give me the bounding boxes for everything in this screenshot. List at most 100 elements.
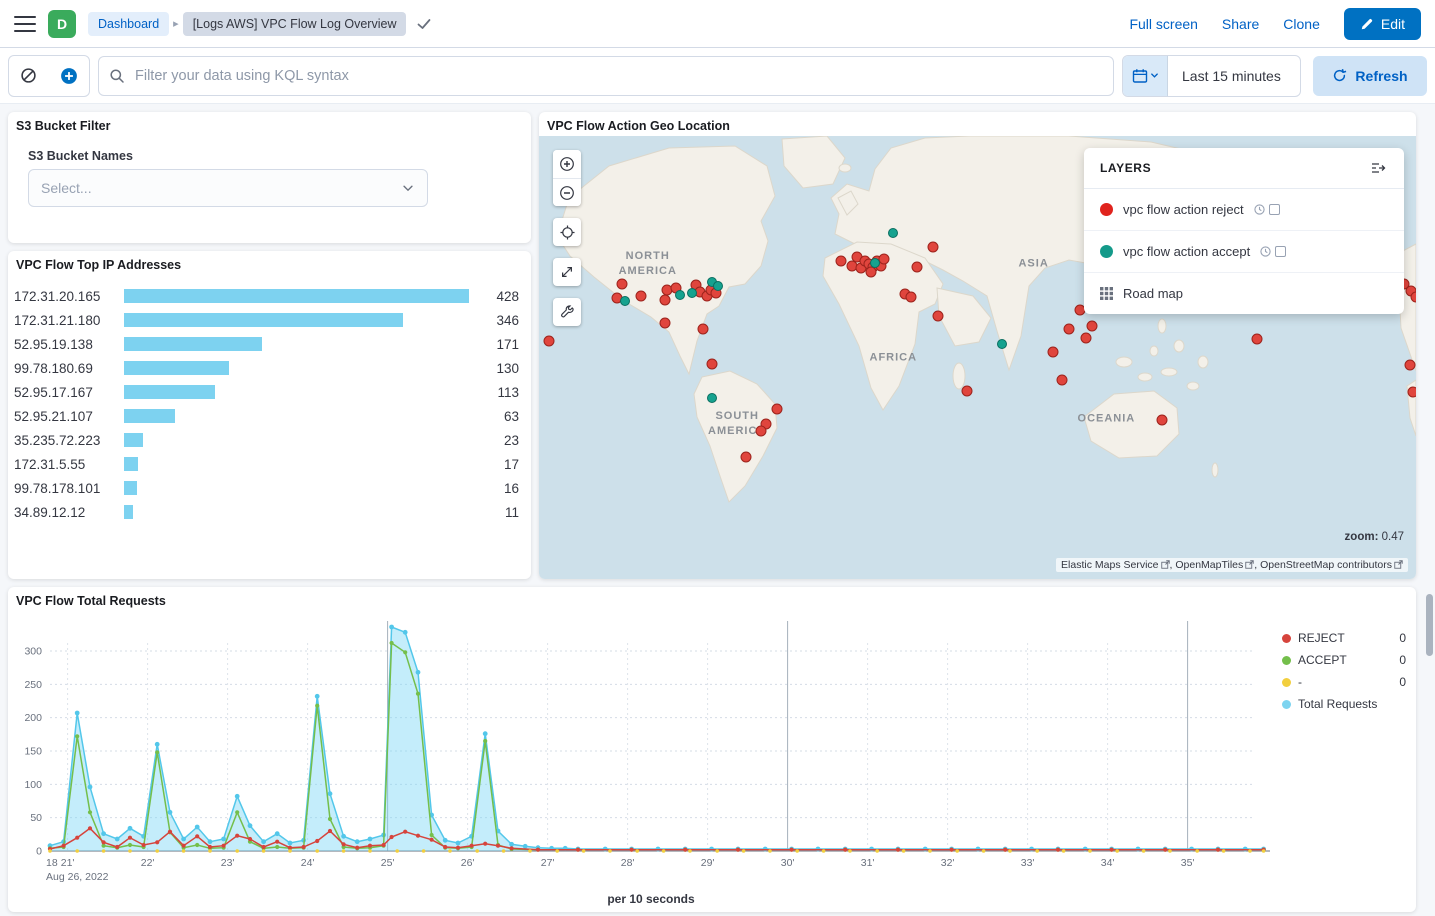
accept-geo-point[interactable] xyxy=(620,296,630,306)
reject-layer-checkbox[interactable] xyxy=(1269,204,1280,215)
ip-bar[interactable] xyxy=(124,505,469,519)
breadcrumb-current-dashboard[interactable]: [Logs AWS] VPC Flow Log Overview xyxy=(183,12,407,36)
reject-geo-point[interactable] xyxy=(927,242,938,253)
map-fit-bounds-button[interactable] xyxy=(553,258,581,286)
accept-geo-point[interactable] xyxy=(997,339,1007,349)
scrollbar-thumb[interactable] xyxy=(1426,594,1433,656)
legend-value: 0 xyxy=(1399,675,1406,689)
accept-geo-point[interactable] xyxy=(675,290,685,300)
ip-bar[interactable] xyxy=(124,337,469,351)
legend-item[interactable]: ACCEPT0 xyxy=(1282,649,1406,671)
accept-layer-checkbox[interactable] xyxy=(1275,246,1286,257)
menu-hamburger-icon[interactable] xyxy=(14,16,36,32)
svg-text:50: 50 xyxy=(30,812,42,824)
ip-value: 23 xyxy=(477,433,519,448)
ip-bar[interactable] xyxy=(124,313,469,327)
query-toolbar: Last 15 minutes Refresh xyxy=(0,48,1435,104)
reject-geo-point[interactable] xyxy=(911,262,922,273)
ip-bar[interactable] xyxy=(124,457,469,471)
ip-bar[interactable] xyxy=(124,433,469,447)
date-quick-select-button[interactable] xyxy=(1123,56,1168,96)
reject-geo-point[interactable] xyxy=(1408,387,1416,398)
panel-title: S3 Bucket Filter xyxy=(8,112,531,133)
accept-geo-point[interactable] xyxy=(888,228,898,238)
plus-icon xyxy=(560,157,574,171)
reject-geo-point[interactable] xyxy=(1411,291,1417,302)
map-tools-button[interactable] xyxy=(553,298,581,326)
space-avatar[interactable]: D xyxy=(48,10,76,38)
map-zoom-in-button[interactable] xyxy=(553,150,581,178)
reject-geo-point[interactable] xyxy=(1063,324,1074,335)
reject-geo-point[interactable] xyxy=(635,290,646,301)
refresh-button[interactable]: Refresh xyxy=(1313,56,1427,96)
reject-geo-point[interactable] xyxy=(1087,321,1098,332)
reject-geo-point[interactable] xyxy=(866,267,877,278)
ip-value: 113 xyxy=(477,385,519,400)
s3-bucket-select[interactable]: Select... xyxy=(28,169,428,207)
attribution-link[interactable]: OpenMapTiles xyxy=(1175,559,1254,571)
reject-geo-point[interactable] xyxy=(740,452,751,463)
breadcrumb: Dashboard ▸ [Logs AWS] VPC Flow Log Over… xyxy=(88,12,432,36)
map-zoom-out-button[interactable] xyxy=(553,178,581,206)
reject-geo-point[interactable] xyxy=(706,359,717,370)
ip-bar[interactable] xyxy=(124,409,469,423)
reject-geo-point[interactable] xyxy=(961,386,972,397)
reject-geo-point[interactable] xyxy=(617,278,628,289)
svg-text:21': 21' xyxy=(61,857,75,869)
reject-geo-point[interactable] xyxy=(905,291,916,302)
legend-item[interactable]: REJECT0 xyxy=(1282,627,1406,649)
layer-row-reject[interactable]: vpc flow action reject xyxy=(1084,189,1404,231)
edit-button[interactable]: Edit xyxy=(1344,8,1421,40)
collapse-layers-icon[interactable] xyxy=(1368,158,1388,178)
reject-geo-point[interactable] xyxy=(1404,360,1415,371)
reject-geo-point[interactable] xyxy=(1056,375,1067,386)
reject-geo-point[interactable] xyxy=(1252,333,1263,344)
svg-text:250: 250 xyxy=(24,679,42,691)
roadmap-layer-label: Road map xyxy=(1123,286,1183,301)
select-placeholder: Select... xyxy=(41,180,92,196)
geo-map[interactable]: LAYERS vpc flow action reject vpc flow xyxy=(539,136,1416,579)
attribution-link[interactable]: OpenStreetMap contributors xyxy=(1260,559,1403,571)
svg-text:32': 32' xyxy=(941,857,955,869)
reject-geo-point[interactable] xyxy=(835,255,846,266)
reject-geo-point[interactable] xyxy=(1156,414,1167,425)
ip-bar[interactable] xyxy=(124,289,469,303)
fullscreen-link[interactable]: Full screen xyxy=(1129,16,1197,32)
reject-geo-point[interactable] xyxy=(1047,347,1058,358)
filters-button[interactable] xyxy=(18,65,39,86)
legend-dot xyxy=(1282,700,1291,709)
dashboard-app: D Dashboard ▸ [Logs AWS] VPC Flow Log Ov… xyxy=(0,0,1435,916)
legend-dot xyxy=(1282,634,1291,643)
accept-geo-point[interactable] xyxy=(707,393,717,403)
kql-search-input[interactable] xyxy=(133,67,1103,85)
accept-geo-point[interactable] xyxy=(713,281,723,291)
ip-bar[interactable] xyxy=(124,361,469,375)
time-range-display[interactable]: Last 15 minutes xyxy=(1168,56,1300,96)
reject-geo-point[interactable] xyxy=(1081,333,1092,344)
accept-geo-point[interactable] xyxy=(870,258,880,268)
layer-row-roadmap[interactable]: Road map xyxy=(1084,273,1404,314)
legend-item[interactable]: Total Requests xyxy=(1282,693,1406,715)
reject-geo-point[interactable] xyxy=(697,324,708,335)
map-set-view-button[interactable] xyxy=(553,218,581,246)
reject-geo-point[interactable] xyxy=(933,310,944,321)
add-control-button[interactable] xyxy=(58,65,80,87)
share-link[interactable]: Share xyxy=(1222,16,1259,32)
ip-bar[interactable] xyxy=(124,481,469,495)
external-link-icon xyxy=(1245,560,1254,569)
legend-item[interactable]: -0 xyxy=(1282,671,1406,693)
layer-row-accept[interactable]: vpc flow action accept xyxy=(1084,231,1404,273)
reject-geo-point[interactable] xyxy=(771,403,782,414)
attribution-link[interactable]: Elastic Maps Service xyxy=(1061,559,1169,571)
svg-text:22': 22' xyxy=(141,857,155,869)
reject-geo-point[interactable] xyxy=(660,317,671,328)
external-link-icon xyxy=(1161,560,1170,569)
requests-chart-svg[interactable]: 05010015020025030021'22'23'24'25'26'27'2… xyxy=(12,617,1282,907)
accept-geo-point[interactable] xyxy=(687,288,697,298)
breadcrumb-dashboard[interactable]: Dashboard xyxy=(88,12,169,36)
clone-link[interactable]: Clone xyxy=(1283,16,1320,32)
reject-geo-point[interactable] xyxy=(660,294,671,305)
ip-bar[interactable] xyxy=(124,385,469,399)
reject-geo-point[interactable] xyxy=(755,426,766,437)
reject-geo-point[interactable] xyxy=(543,336,554,347)
